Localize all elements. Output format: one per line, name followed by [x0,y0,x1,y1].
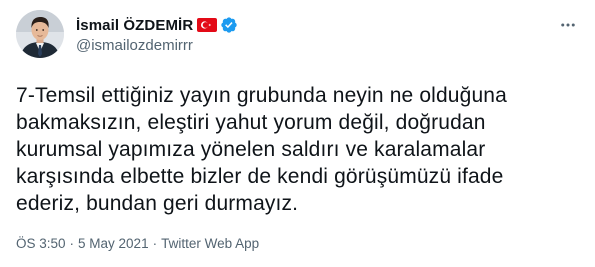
tweet-card: İsmail ÖZDEMİR @ismailozdemirrr 7-Temsil… [0,0,595,267]
tweet-source[interactable]: Twitter Web App [161,236,259,251]
author-info: İsmail ÖZDEMİR @ismailozdemirrr [76,10,579,54]
verified-badge-icon [220,16,238,34]
meta-separator: · [69,236,75,251]
meta-separator-2: · [152,236,158,251]
tweet-time[interactable]: ÖS 3:50 [16,236,66,251]
avatar[interactable] [16,10,64,58]
avatar-image [16,10,64,58]
tweet-meta: ÖS 3:50 · 5 May 2021 · Twitter Web App [16,236,259,251]
tweet-text: 7-Temsil ettiğiniz yayın grubunda neyin … [16,84,507,215]
user-handle[interactable]: @ismailozdemirrr [76,37,579,54]
tweet-header: İsmail ÖZDEMİR @ismailozdemirrr [16,10,579,62]
display-name[interactable]: İsmail ÖZDEMİR [76,17,193,34]
turkey-flag-icon [197,18,218,32]
tweet-date[interactable]: 5 May 2021 [78,236,149,251]
more-options-icon[interactable] [557,14,579,36]
display-name-line: İsmail ÖZDEMİR [76,15,579,35]
